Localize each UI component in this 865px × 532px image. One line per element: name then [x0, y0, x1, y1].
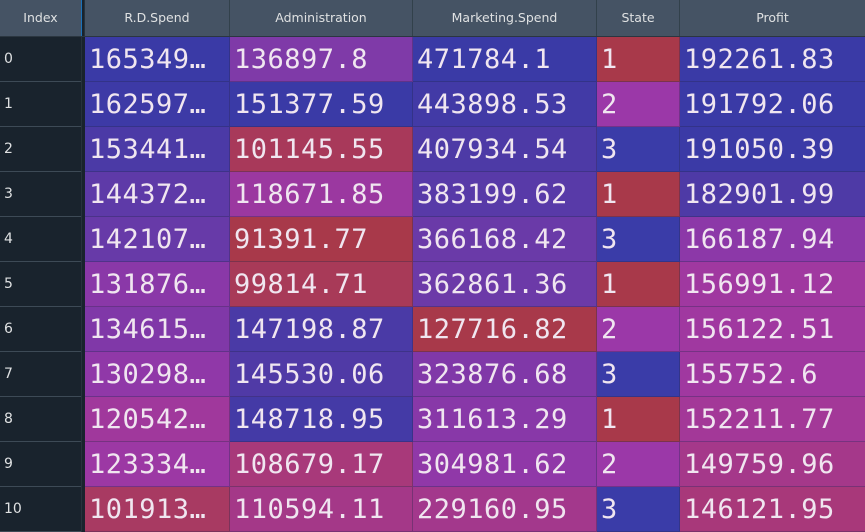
cell-rd-spend[interactable]: 131876…	[85, 262, 230, 307]
cell-administration[interactable]: 136897.8	[230, 37, 413, 82]
cell-rd-spend[interactable]: 120542…	[85, 397, 230, 442]
cell-marketing-spend[interactable]: 229160.95	[413, 487, 597, 532]
cell-profit[interactable]: 155752.6	[680, 352, 865, 397]
row-index[interactable]: 9	[0, 442, 81, 487]
cell-administration[interactable]: 110594.11	[230, 487, 413, 532]
cell-rd-spend[interactable]: 142107…	[85, 217, 230, 262]
row-index[interactable]: 0	[0, 37, 81, 82]
column-header-state[interactable]: State	[597, 0, 680, 36]
cell-profit[interactable]: 156991.12	[680, 262, 865, 307]
cell-rd-spend[interactable]: 101913…	[85, 487, 230, 532]
cell-rd-spend[interactable]: 144372…	[85, 172, 230, 217]
cell-marketing-spend[interactable]: 127716.82	[413, 307, 597, 352]
cell-administration[interactable]: 108679.17	[230, 442, 413, 487]
cell-administration[interactable]: 145530.06	[230, 352, 413, 397]
table-row: 153441… 101145.55 407934.54 3 191050.39	[85, 127, 865, 172]
cell-marketing-spend[interactable]: 443898.53	[413, 82, 597, 127]
column-header-marketing-spend[interactable]: Marketing.Spend	[413, 0, 597, 36]
cell-state[interactable]: 1	[597, 37, 680, 82]
cell-administration[interactable]: 91391.77	[230, 217, 413, 262]
cell-state[interactable]: 1	[597, 397, 680, 442]
cell-marketing-spend[interactable]: 304981.62	[413, 442, 597, 487]
row-index[interactable]: 3	[0, 172, 81, 217]
column-header-administration[interactable]: Administration	[230, 0, 413, 36]
table-row: 144372… 118671.85 383199.62 1 182901.99	[85, 172, 865, 217]
cell-profit[interactable]: 192261.83	[680, 37, 865, 82]
cell-rd-spend[interactable]: 130298…	[85, 352, 230, 397]
row-index[interactable]: 8	[0, 397, 81, 442]
cell-marketing-spend[interactable]: 323876.68	[413, 352, 597, 397]
table-row: 142107… 91391.77 366168.42 3 166187.94	[85, 217, 865, 262]
table-row: 162597… 151377.59 443898.53 2 191792.06	[85, 82, 865, 127]
cell-state[interactable]: 3	[597, 487, 680, 532]
cell-administration[interactable]: 151377.59	[230, 82, 413, 127]
cell-marketing-spend[interactable]: 471784.1	[413, 37, 597, 82]
cell-administration[interactable]: 99814.71	[230, 262, 413, 307]
cell-administration[interactable]: 147198.87	[230, 307, 413, 352]
cell-administration[interactable]: 101145.55	[230, 127, 413, 172]
row-index[interactable]: 10	[0, 487, 81, 532]
cell-profit[interactable]: 166187.94	[680, 217, 865, 262]
cell-rd-spend[interactable]: 123334…	[85, 442, 230, 487]
cell-profit[interactable]: 152211.77	[680, 397, 865, 442]
cell-rd-spend[interactable]: 134615…	[85, 307, 230, 352]
table-row: 131876… 99814.71 362861.36 1 156991.12	[85, 262, 865, 307]
cell-profit[interactable]: 146121.95	[680, 487, 865, 532]
row-index[interactable]: 2	[0, 127, 81, 172]
column-header-rd-spend[interactable]: R.D.Spend	[85, 0, 230, 36]
cell-profit[interactable]: 182901.99	[680, 172, 865, 217]
row-index[interactable]: 5	[0, 262, 81, 307]
cell-state[interactable]: 3	[597, 352, 680, 397]
row-index[interactable]: 1	[0, 82, 81, 127]
row-index[interactable]: 6	[0, 307, 81, 352]
index-header[interactable]: Index	[0, 0, 81, 36]
table-row: 120542… 148718.95 311613.29 1 152211.77	[85, 397, 865, 442]
table-row: 130298… 145530.06 323876.68 3 155752.6	[85, 352, 865, 397]
cell-state[interactable]: 3	[597, 127, 680, 172]
row-index[interactable]: 4	[0, 217, 81, 262]
table-row: 123334… 108679.17 304981.62 2 149759.96	[85, 442, 865, 487]
table-row: 134615… 147198.87 127716.82 2 156122.51	[85, 307, 865, 352]
cell-state[interactable]: 1	[597, 172, 680, 217]
cell-marketing-spend[interactable]: 383199.62	[413, 172, 597, 217]
cell-administration[interactable]: 118671.85	[230, 172, 413, 217]
table-body: 0 1 2 3 4 5 6 7 8 9 10 165349… 136897.8 471784.1 1 192…	[0, 37, 865, 532]
cell-state[interactable]: 2	[597, 307, 680, 352]
cell-state[interactable]: 2	[597, 442, 680, 487]
cell-rd-spend[interactable]: 162597…	[85, 82, 230, 127]
row-index[interactable]: 7	[0, 352, 81, 397]
cell-state[interactable]: 2	[597, 82, 680, 127]
cell-profit[interactable]: 149759.96	[680, 442, 865, 487]
cell-administration[interactable]: 148718.95	[230, 397, 413, 442]
cell-profit[interactable]: 156122.51	[680, 307, 865, 352]
cell-state[interactable]: 1	[597, 262, 680, 307]
table-row: 101913… 110594.11 229160.95 3 146121.95	[85, 487, 865, 532]
cell-marketing-spend[interactable]: 362861.36	[413, 262, 597, 307]
cell-rd-spend[interactable]: 153441…	[85, 127, 230, 172]
table-row: 165349… 136897.8 471784.1 1 192261.83	[85, 37, 865, 82]
column-header-profit[interactable]: Profit	[680, 0, 865, 36]
cell-marketing-spend[interactable]: 311613.29	[413, 397, 597, 442]
cell-state[interactable]: 3	[597, 217, 680, 262]
dataframe-viewer: Index R.D.Spend Administration Marketing…	[0, 0, 865, 532]
column-header-row: Index R.D.Spend Administration Marketing…	[0, 0, 865, 37]
cell-marketing-spend[interactable]: 407934.54	[413, 127, 597, 172]
data-grid: 165349… 136897.8 471784.1 1 192261.83 162597……	[85, 37, 865, 532]
cell-profit[interactable]: 191792.06	[680, 82, 865, 127]
cell-profit[interactable]: 191050.39	[680, 127, 865, 172]
cell-marketing-spend[interactable]: 366168.42	[413, 217, 597, 262]
row-index-column: 0 1 2 3 4 5 6 7 8 9 10	[0, 37, 81, 532]
cell-rd-spend[interactable]: 165349…	[85, 37, 230, 82]
